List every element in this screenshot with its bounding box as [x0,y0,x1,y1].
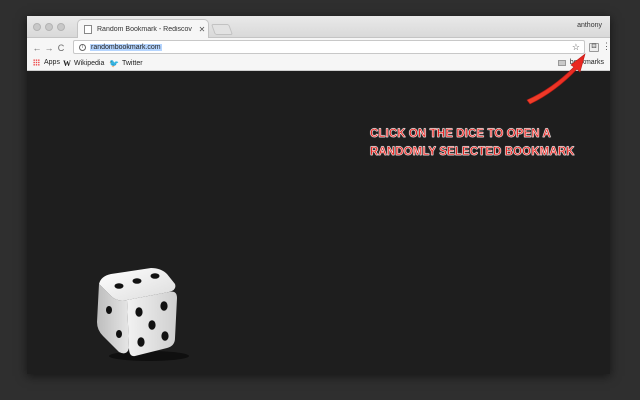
twitter-icon: 🐦 [109,59,119,68]
reload-button[interactable]: C [55,43,67,53]
url-text[interactable]: randombookmark.com [90,43,162,51]
address-bar[interactable]: i randombookmark.com ☆ [73,40,585,54]
profile-name[interactable]: anthony [577,22,602,29]
new-tab-button[interactable] [210,24,234,35]
tab-strip: Random Bookmark - Rediscov ✕ anthony [27,16,610,38]
tab-title: Random Bookmark - Rediscov [97,25,192,33]
other-bookmarks-label: bookmarks [569,59,604,66]
bookmark-label: Apps [44,59,60,66]
zoom-window-button[interactable] [57,23,65,31]
close-tab-icon[interactable]: ✕ [196,25,208,34]
dice-icon[interactable] [89,262,199,362]
bookmark-apps[interactable]: Apps [33,59,60,66]
bookmark-star-icon[interactable]: ☆ [572,42,580,53]
instruction-line-2: RANDOMLY SELECTED BOOKMARK [370,146,575,158]
bookmark-label: Wikipedia [74,60,105,67]
forward-button[interactable]: → [43,43,55,53]
wikipedia-icon: W [63,59,71,68]
bookmark-label: Twitter [121,60,143,67]
page-icon [84,24,92,34]
info-icon[interactable]: i [79,43,86,51]
bookmark-wikipedia[interactable]: W Wikipedia [63,59,104,68]
minimize-window-button[interactable] [45,23,53,31]
folder-icon [557,59,566,66]
browser-window: Random Bookmark - Rediscov ✕ anthony ← →… [27,16,610,374]
random-bookmark-extension-icon[interactable]: ⚃ [589,43,599,52]
bookmarks-bar: Apps W Wikipedia 🐦 Twitter bookmarks [27,57,610,71]
toolbar: ← → C i randombookmark.com ☆ ⚃ ⋮ [27,38,610,57]
close-window-button[interactable] [33,23,41,31]
instruction-text: CLICK ON THE DICE TO OPEN A RANDOMLY SEL… [370,125,610,161]
back-button[interactable]: ← [31,43,43,53]
other-bookmarks[interactable]: bookmarks [557,59,604,66]
menu-icon[interactable]: ⋮ [602,41,610,52]
apps-icon [33,59,40,66]
instruction-line-1: CLICK ON THE DICE TO OPEN A [370,128,551,140]
bookmark-twitter[interactable]: 🐦 Twitter [109,59,143,68]
tab-random-bookmark[interactable]: Random Bookmark - Rediscov ✕ [77,19,209,38]
